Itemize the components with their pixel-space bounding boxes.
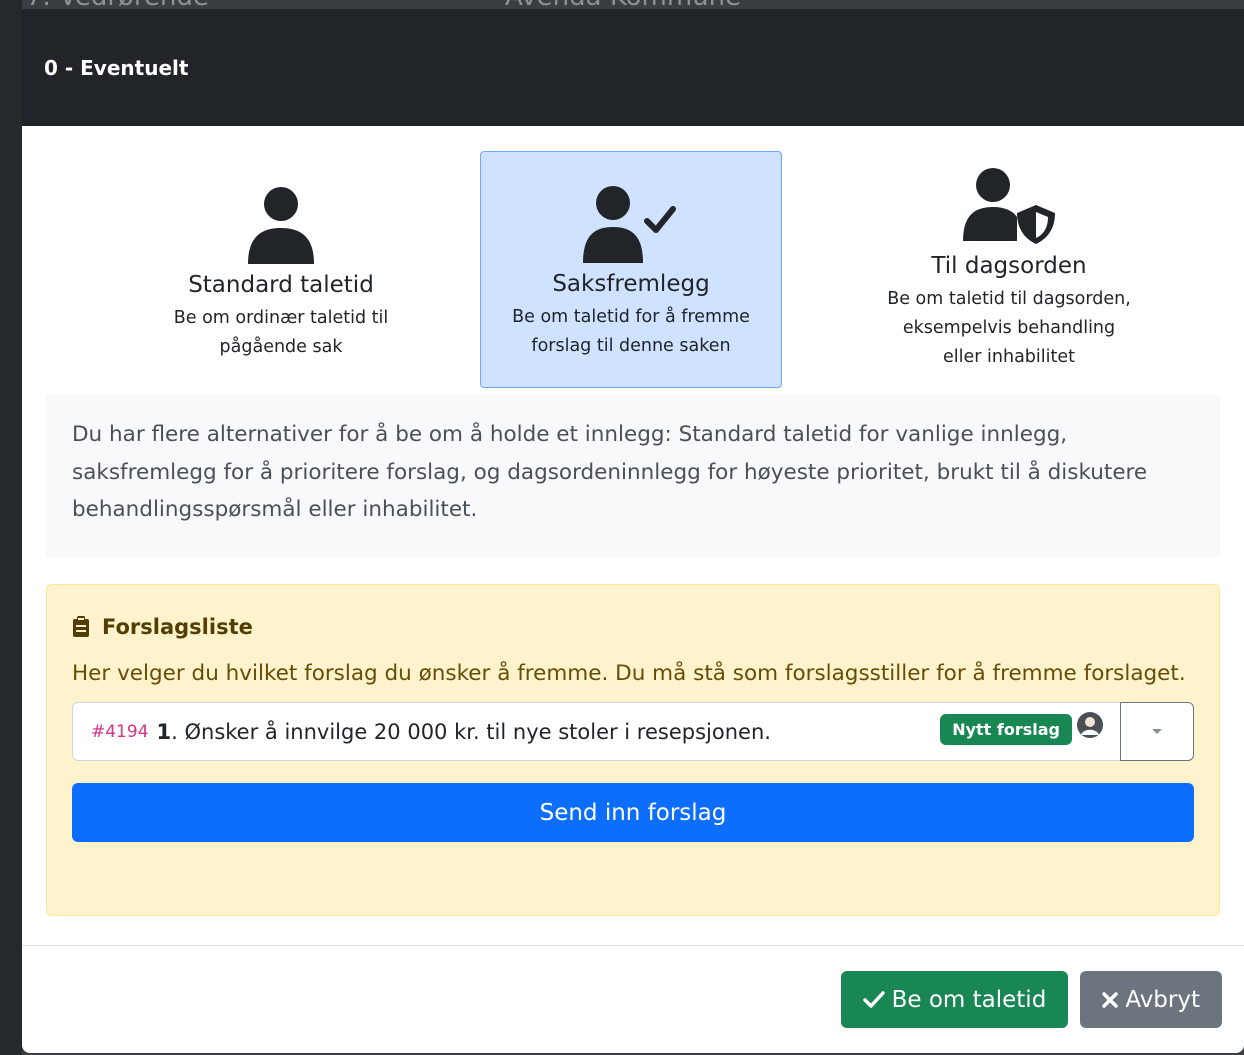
- speech-type-options: Standard taletid Be om ordinær taletid t…: [22, 126, 1244, 394]
- send-proposal-button[interactable]: Send inn forslag: [72, 783, 1194, 842]
- option-standard-taletid[interactable]: Standard taletid Be om ordinær taletid t…: [130, 151, 432, 388]
- option-title: Saksfremlegg: [552, 271, 710, 297]
- cancel-button[interactable]: Avbryt: [1080, 971, 1222, 1028]
- proposal-id: #4194: [91, 721, 149, 742]
- close-icon: [1102, 991, 1119, 1008]
- option-title: Til dagsorden: [931, 253, 1087, 279]
- avatar-icon: [1077, 712, 1103, 738]
- option-saksfremlegg[interactable]: Saksfremlegg Be om taletid for å fremme …: [480, 151, 782, 388]
- user-shield-icon: [963, 168, 1055, 244]
- user-check-icon: [583, 186, 676, 263]
- option-description: Be om taletid til dagsorden, eksempelvis…: [887, 289, 1131, 367]
- request-speech-button[interactable]: Be om taletid: [840, 971, 1069, 1028]
- proposal-list-description: Her velger du hvilket forslag du ønsker …: [72, 661, 1186, 686]
- info-text: Du har flere alternativer for å be om å …: [46, 394, 1220, 558]
- check-icon: [862, 990, 885, 1008]
- user-icon: [248, 187, 314, 264]
- proposal-select[interactable]: #4194 1 . Ønsker å innvilge 20 000 kr. t…: [72, 702, 1194, 761]
- proposal-text: . Ønsker å innvilge 20 000 kr. til nye s…: [171, 719, 771, 744]
- proposal-list-title: Forslagsliste: [102, 615, 253, 639]
- modal-title: 0 - Eventuelt: [44, 55, 189, 80]
- modal-footer: Be om taletid Avbryt: [22, 945, 1244, 1053]
- request-speech-label: Be om taletid: [891, 986, 1047, 1013]
- option-description: Be om taletid for å fremme forslag til d…: [512, 307, 750, 356]
- option-title: Standard taletid: [188, 272, 374, 298]
- proposal-select-value[interactable]: #4194 1 . Ønsker å innvilge 20 000 kr. t…: [72, 702, 1120, 761]
- proposal-list-heading: Forslagsliste: [72, 615, 1194, 639]
- cancel-label: Avbryt: [1125, 986, 1200, 1013]
- clipboard-icon: [73, 616, 89, 637]
- new-proposal-badge: Nytt forslag: [940, 714, 1072, 745]
- caret-down-icon: [1152, 728, 1162, 734]
- option-til-dagsorden[interactable]: Til dagsorden Be om taletid til dagsorde…: [858, 151, 1160, 388]
- proposal-number: 1: [156, 719, 172, 744]
- proposal-list-panel: Forslagsliste Her velger du hvilket fors…: [46, 584, 1220, 916]
- request-speech-modal: 0 - Eventuelt Standard taletid Be om ord…: [22, 9, 1244, 1053]
- proposal-select-toggle[interactable]: [1120, 702, 1194, 761]
- backdrop-sidebar: [0, 0, 22, 1055]
- modal-header: 0 - Eventuelt: [22, 9, 1244, 126]
- option-description: Be om ordinær taletid til pågående sak: [173, 308, 389, 357]
